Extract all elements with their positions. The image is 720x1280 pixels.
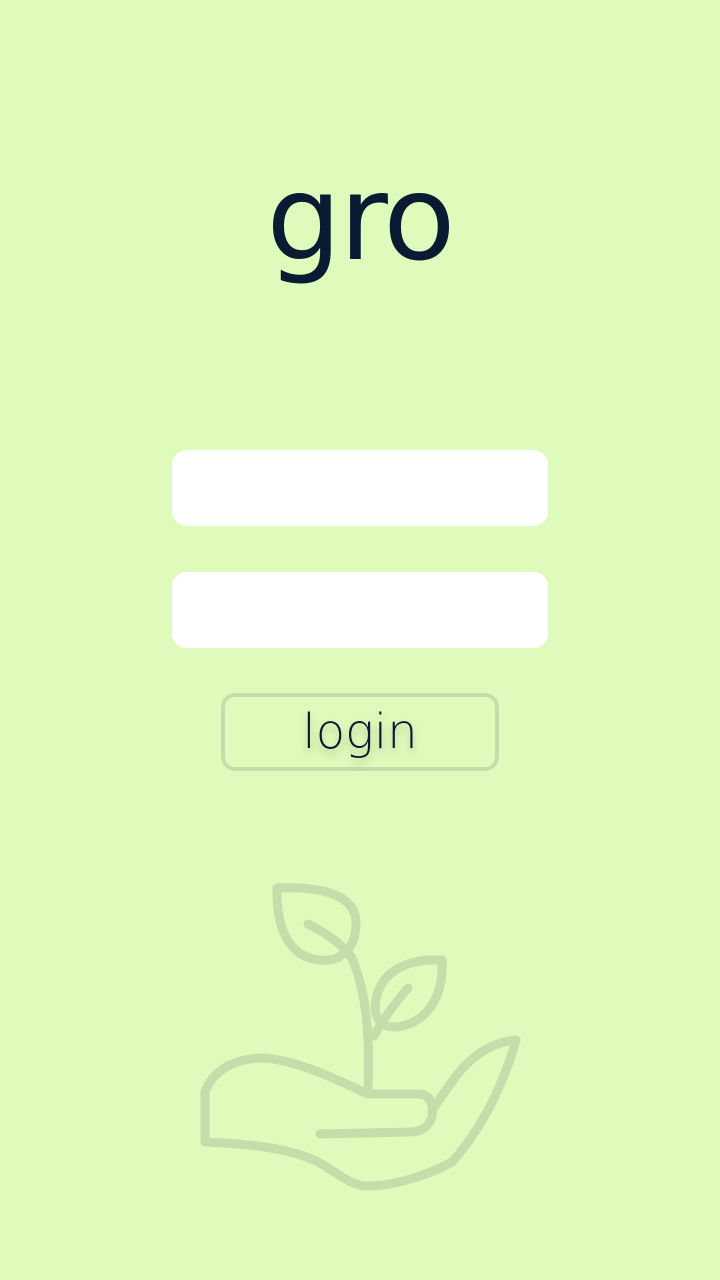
login-button[interactable]: login [221,693,499,771]
app-title: gro [266,149,455,287]
username-input[interactable] [172,450,548,526]
password-input[interactable] [172,572,548,648]
hand-holding-plant-icon [200,883,521,1191]
